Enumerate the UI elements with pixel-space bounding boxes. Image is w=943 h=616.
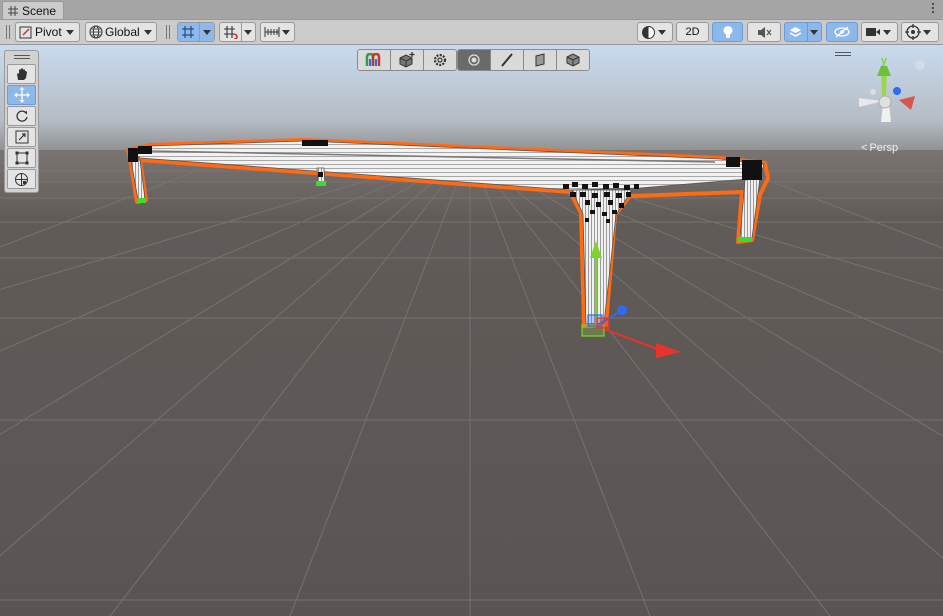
tool-palette [4, 50, 39, 193]
edge-mode-button[interactable] [490, 50, 523, 70]
scale-icon [15, 130, 28, 144]
probuilder-window-button[interactable] [358, 50, 390, 70]
audio-mute-icon [757, 26, 771, 38]
probuilder-settings-button[interactable] [423, 50, 456, 70]
vertex-mode-button[interactable] [458, 50, 490, 70]
shading-icon [642, 25, 655, 39]
vertex-mode-icon [468, 54, 480, 66]
effects-button[interactable] [785, 23, 807, 41]
pivot-dropdown[interactable]: Pivot [15, 22, 80, 42]
rotate-tool-button[interactable] [7, 106, 36, 126]
new-shape-button[interactable] [390, 50, 423, 70]
projection-toggle[interactable]: < Persp [861, 142, 898, 154]
probuilder-toolbar [357, 49, 457, 71]
toolbar-grip[interactable] [6, 25, 10, 39]
rect-transform-icon [15, 151, 28, 165]
camera-dropdown[interactable] [861, 22, 898, 42]
increment-snap-dropdown[interactable] [240, 23, 255, 41]
toolbar-grip[interactable] [166, 25, 170, 39]
palette-grip[interactable] [5, 51, 38, 63]
gizmos-dropdown[interactable] [901, 22, 939, 42]
chevron-down-icon [244, 29, 253, 35]
visibility-icon [834, 26, 850, 38]
effects-icon [790, 27, 802, 37]
face-mode-icon [535, 53, 545, 67]
shading-mode-dropdown[interactable] [637, 22, 673, 42]
selection-mode-toolbar [457, 49, 590, 71]
globe-icon [89, 25, 103, 39]
gizmo-menu-icon[interactable] [835, 52, 851, 56]
grid-snap-button[interactable] [178, 23, 199, 41]
scene-visibility-toggle[interactable] [826, 22, 858, 42]
tab-scene-label: Scene [22, 3, 57, 18]
plane-yz-handle[interactable] [596, 317, 610, 329]
scene-viewport[interactable]: ◎ y < Persp [0, 45, 943, 616]
global-label: Global [105, 25, 140, 39]
increment-snap-toggle[interactable] [219, 22, 256, 42]
2d-mode-label: 2D [685, 26, 700, 38]
increment-snap-button[interactable] [220, 23, 241, 41]
audio-toggle[interactable] [747, 22, 781, 42]
scale-tool-button[interactable] [7, 127, 36, 147]
transform-tool-button[interactable] [7, 169, 36, 189]
rotate-icon [15, 110, 28, 122]
lighting-toggle[interactable] [712, 22, 743, 42]
tab-bar: Scene [0, 0, 943, 20]
pivot-label: Pivot [35, 25, 62, 39]
move-icon [13, 87, 30, 103]
ruler-dropdown[interactable] [260, 22, 295, 42]
chevron-down-icon [143, 29, 152, 35]
effects-toggle[interactable] [784, 22, 822, 42]
hand-tool-button[interactable] [7, 64, 36, 84]
tab-scene[interactable]: Scene [2, 1, 64, 19]
2d-mode-button[interactable]: 2D [676, 22, 709, 42]
move-tool-button[interactable] [7, 85, 36, 105]
grid-icon [8, 5, 18, 16]
global-dropdown[interactable]: Global [85, 22, 157, 42]
grid-snap-icon [182, 26, 195, 38]
ground-plane [0, 150, 943, 616]
face-mode-button[interactable] [523, 50, 556, 70]
ruler-icon [264, 27, 280, 37]
chevron-left-icon: < [861, 142, 868, 154]
camera-icon [866, 28, 880, 36]
orientation-gizmo[interactable]: ◎ y < Persp [835, 50, 933, 165]
edge-mode-icon [501, 53, 513, 67]
projection-label: Persp [869, 142, 899, 154]
effects-dropdown[interactable] [806, 23, 821, 41]
axis-z-arrow[interactable] [617, 305, 627, 315]
scene-toolbar: Pivot Global 2D [0, 20, 943, 45]
transform-icon [15, 172, 28, 186]
chevron-down-icon [923, 29, 931, 35]
snap-increment-icon [223, 26, 238, 39]
chevron-down-icon [883, 29, 891, 35]
gizmo-cone-axes[interactable] [853, 62, 933, 142]
chevron-down-icon [65, 29, 74, 35]
settings-gear-icon [433, 53, 447, 67]
add-object-icon [399, 52, 415, 68]
hand-icon [16, 68, 27, 80]
gizmos-icon [905, 24, 921, 40]
chevron-down-icon [282, 29, 290, 35]
kebab-icon[interactable] [931, 3, 935, 15]
chevron-down-icon [810, 29, 819, 35]
chevron-down-icon [202, 29, 211, 35]
pivot-icon [19, 26, 32, 39]
grid-snap-dropdown[interactable] [198, 23, 214, 41]
chevron-down-icon [658, 29, 666, 35]
probuilder-icon [365, 53, 381, 66]
object-mode-icon [566, 53, 580, 67]
object-mode-button[interactable] [556, 50, 589, 70]
grid-snap-toggle[interactable] [177, 22, 215, 42]
light-icon [723, 25, 732, 38]
rect-tool-button[interactable] [7, 148, 36, 168]
scene-canvas[interactable] [0, 45, 943, 616]
